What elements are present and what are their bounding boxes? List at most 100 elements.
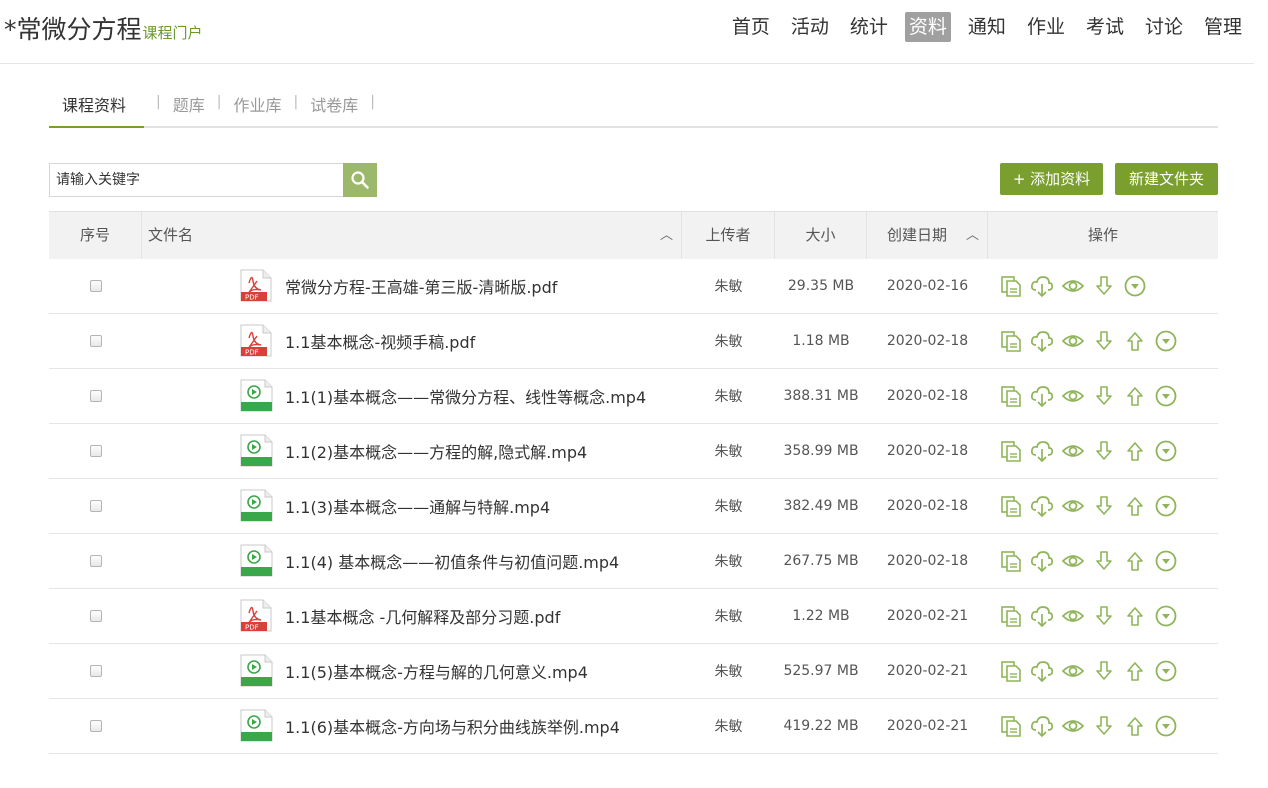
subtab-1[interactable]: 题库 — [173, 80, 205, 128]
move-down-button[interactable] — [1092, 549, 1116, 573]
file-name[interactable]: 1.1(5)基本概念-方程与解的几何意义.mp4 — [285, 659, 588, 683]
preview-button[interactable] — [1061, 604, 1085, 628]
more-button[interactable] — [1154, 659, 1178, 683]
file-name-cell[interactable]: 1.1(4) 基本概念——初值条件与初值问题.mp4 — [142, 534, 682, 589]
preview-button[interactable] — [1061, 439, 1085, 463]
nav-item-5[interactable]: 作业 — [1023, 12, 1069, 42]
row-checkbox[interactable] — [89, 665, 102, 677]
nav-item-8[interactable]: 管理 — [1200, 12, 1246, 42]
move-up-button[interactable] — [1123, 439, 1147, 463]
row-checkbox[interactable] — [89, 445, 102, 457]
course-brand[interactable]: *常微分方程 课程门户 — [4, 10, 203, 46]
move-up-button[interactable] — [1123, 659, 1147, 683]
preview-button[interactable] — [1061, 494, 1085, 518]
file-name-cell[interactable]: PDF 1.1基本概念 -几何解释及部分习题.pdf — [142, 589, 682, 644]
file-name-cell[interactable]: 1.1(5)基本概念-方程与解的几何意义.mp4 — [142, 644, 682, 699]
move-up-button[interactable] — [1123, 604, 1147, 628]
row-checkbox[interactable] — [89, 280, 102, 292]
copy-button[interactable] — [999, 714, 1023, 738]
file-name[interactable]: 1.1基本概念 -几何解释及部分习题.pdf — [285, 604, 560, 628]
upload-button[interactable] — [1030, 494, 1054, 518]
row-checkbox[interactable] — [89, 555, 102, 567]
add-material-button[interactable]: + 添加资料 — [1000, 163, 1103, 195]
move-down-button[interactable] — [1092, 714, 1116, 738]
file-name[interactable]: 1.1基本概念-视频手稿.pdf — [285, 329, 475, 353]
move-down-button[interactable] — [1092, 604, 1116, 628]
copy-button[interactable] — [999, 659, 1023, 683]
new-folder-button[interactable]: 新建文件夹 — [1115, 163, 1218, 195]
move-down-button[interactable] — [1092, 274, 1116, 298]
move-up-button[interactable] — [1123, 714, 1147, 738]
row-checkbox[interactable] — [89, 500, 102, 512]
more-button[interactable] — [1154, 494, 1178, 518]
sort-up-icon[interactable]: ︿ — [966, 212, 979, 259]
upload-button[interactable] — [1030, 714, 1054, 738]
more-button[interactable] — [1154, 714, 1178, 738]
upload-button[interactable] — [1030, 439, 1054, 463]
row-checkbox[interactable] — [89, 390, 102, 402]
more-button[interactable] — [1154, 439, 1178, 463]
search-button[interactable] — [343, 163, 377, 197]
row-checkbox[interactable] — [89, 610, 102, 622]
course-title[interactable]: *常微分方程 — [4, 10, 142, 46]
upload-button[interactable] — [1030, 549, 1054, 573]
file-name-cell[interactable]: 1.1(3)基本概念——通解与特解.mp4 — [142, 479, 682, 534]
nav-item-3[interactable]: 资料 — [904, 12, 951, 42]
upload-button[interactable] — [1030, 329, 1054, 353]
copy-button[interactable] — [999, 549, 1023, 573]
copy-button[interactable] — [999, 439, 1023, 463]
upload-button[interactable] — [1030, 274, 1054, 298]
file-name-cell[interactable]: PDF 1.1基本概念-视频手稿.pdf — [142, 314, 682, 369]
file-name-cell[interactable]: 1.1(1)基本概念——常微分方程、线性等概念.mp4 — [142, 369, 682, 424]
file-name[interactable]: 1.1(1)基本概念——常微分方程、线性等概念.mp4 — [285, 384, 646, 408]
subtab-2[interactable]: 作业库 — [233, 80, 281, 128]
header-date[interactable]: 创建日期 ︿ — [867, 212, 988, 259]
more-button[interactable] — [1154, 604, 1178, 628]
preview-button[interactable] — [1061, 384, 1085, 408]
copy-button[interactable] — [999, 329, 1023, 353]
file-name-cell[interactable]: 1.1(2)基本概念——方程的解,隐式解.mp4 — [142, 424, 682, 479]
header-filename[interactable]: 文件名 ︿ — [142, 212, 682, 259]
preview-button[interactable] — [1061, 714, 1085, 738]
more-button[interactable] — [1154, 384, 1178, 408]
file-name[interactable]: 1.1(3)基本概念——通解与特解.mp4 — [285, 494, 550, 518]
copy-button[interactable] — [999, 604, 1023, 628]
row-checkbox[interactable] — [89, 335, 102, 347]
file-name[interactable]: 1.1(2)基本概念——方程的解,隐式解.mp4 — [285, 439, 587, 463]
nav-item-7[interactable]: 讨论 — [1141, 12, 1187, 42]
file-name-cell[interactable]: 1.1(6)基本概念-方向场与积分曲线族举例.mp4 — [142, 699, 682, 754]
nav-item-6[interactable]: 考试 — [1082, 12, 1128, 42]
nav-item-4[interactable]: 通知 — [964, 12, 1010, 42]
row-checkbox[interactable] — [89, 720, 102, 732]
file-name[interactable]: 1.1(6)基本概念-方向场与积分曲线族举例.mp4 — [285, 714, 620, 738]
nav-item-2[interactable]: 统计 — [846, 12, 892, 42]
copy-button[interactable] — [999, 274, 1023, 298]
copy-button[interactable] — [999, 494, 1023, 518]
preview-button[interactable] — [1061, 274, 1085, 298]
subtab-3[interactable]: 试卷库 — [310, 80, 358, 128]
more-button[interactable] — [1154, 329, 1178, 353]
sort-up-icon[interactable]: ︿ — [660, 212, 673, 259]
file-name[interactable]: 常微分方程-王高雄-第三版-清晰版.pdf — [285, 274, 557, 298]
move-down-button[interactable] — [1092, 329, 1116, 353]
move-up-button[interactable] — [1123, 494, 1147, 518]
subtab-0[interactable]: 课程资料 — [49, 80, 145, 128]
more-button[interactable] — [1154, 549, 1178, 573]
more-button[interactable] — [1123, 274, 1147, 298]
upload-button[interactable] — [1030, 384, 1054, 408]
preview-button[interactable] — [1061, 549, 1085, 573]
move-down-button[interactable] — [1092, 494, 1116, 518]
course-portal-label[interactable]: 课程门户 — [143, 22, 203, 43]
nav-item-0[interactable]: 首页 — [728, 12, 774, 42]
move-up-button[interactable] — [1123, 549, 1147, 573]
move-down-button[interactable] — [1092, 384, 1116, 408]
file-name[interactable]: 1.1(4) 基本概念——初值条件与初值问题.mp4 — [285, 549, 619, 573]
move-up-button[interactable] — [1123, 329, 1147, 353]
preview-button[interactable] — [1061, 329, 1085, 353]
nav-item-1[interactable]: 活动 — [787, 12, 833, 42]
upload-button[interactable] — [1030, 604, 1054, 628]
preview-button[interactable] — [1061, 659, 1085, 683]
upload-button[interactable] — [1030, 659, 1054, 683]
copy-button[interactable] — [999, 384, 1023, 408]
search-input[interactable] — [49, 163, 343, 197]
